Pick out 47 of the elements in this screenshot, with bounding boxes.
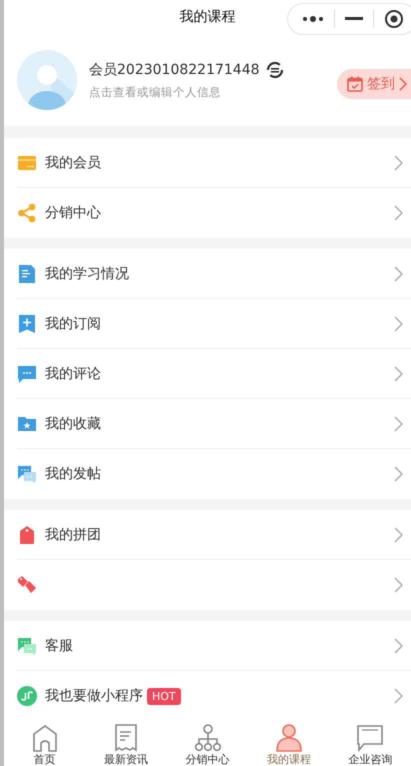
hot-badge: HOT (147, 688, 181, 704)
comment-icon (17, 364, 37, 384)
chevron-icon (394, 638, 403, 654)
chevron-icon (394, 154, 403, 170)
chevron-icon (394, 416, 403, 432)
more-icon (302, 15, 324, 23)
price-tags-icon (17, 575, 37, 595)
menu-item[interactable]: 我也要做小程序 HOT (17, 671, 411, 721)
chevron-icon (394, 526, 403, 542)
chevron-icon (394, 466, 403, 482)
share-icon (17, 203, 37, 223)
menu-item[interactable]: 我的收藏 (17, 399, 411, 449)
person-icon (274, 723, 304, 753)
menu-item[interactable]: 我的学习情况 (17, 249, 411, 299)
tab-item[interactable]: 分销中心 (166, 723, 248, 766)
chat-bubbles-icon (17, 464, 37, 484)
tab-item[interactable]: 首页 (4, 723, 86, 766)
user-name: 会员2023010822171448 (89, 60, 260, 79)
menu-item[interactable]: 我的评论 (17, 349, 411, 399)
tab-item[interactable]: 企业咨询 (330, 723, 411, 766)
close-icon (384, 9, 404, 29)
switch-icon (266, 60, 284, 79)
chevron-icon (394, 316, 403, 332)
chevron-icon (394, 266, 403, 282)
menu-item[interactable]: 我的订阅 (17, 299, 411, 349)
tag-icon (17, 524, 37, 544)
document-icon (17, 264, 37, 284)
bookmark-plus-icon (17, 314, 37, 334)
calendar-icon (347, 76, 363, 92)
menu-item[interactable]: 分销中心 (17, 188, 411, 238)
chevron-icon (399, 76, 407, 91)
chevron-icon (394, 577, 403, 593)
tab-item[interactable]: 我的课程 (248, 723, 330, 766)
hierarchy-icon (192, 723, 223, 753)
menu-item[interactable]: 客服 (17, 621, 411, 671)
chevron-icon (394, 688, 403, 704)
menu-item[interactable]: 我的发帖 (17, 449, 411, 499)
link-icon (17, 686, 37, 706)
minimize-icon (345, 17, 363, 21)
tab-item[interactable]: 最新资讯 (85, 723, 167, 766)
chevron-icon (394, 205, 403, 221)
menu-item[interactable]: 我的会员 (17, 138, 411, 188)
chevron-icon (394, 366, 403, 382)
window-title: 我的课程 (180, 8, 236, 26)
chat-icon (355, 723, 386, 753)
capsule-menu[interactable] (287, 3, 411, 35)
chat-bubbles-icon (17, 636, 37, 656)
